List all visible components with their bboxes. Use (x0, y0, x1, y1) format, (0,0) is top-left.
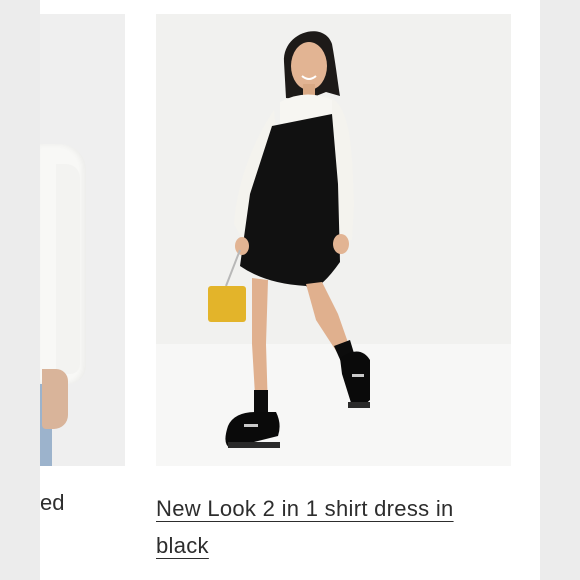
carousel-edge-left (0, 0, 40, 580)
product-title-link[interactable]: New Look 2 in 1 shirt dress in black (156, 490, 501, 564)
product-image[interactable] (156, 14, 511, 466)
model-illustration (208, 31, 370, 448)
carousel-edge-right (540, 0, 580, 580)
hand-fragment (42, 369, 68, 429)
previous-product-title[interactable]: ed (40, 490, 70, 516)
previous-product-image[interactable] (40, 14, 125, 466)
sleeve-fragment (56, 164, 80, 374)
